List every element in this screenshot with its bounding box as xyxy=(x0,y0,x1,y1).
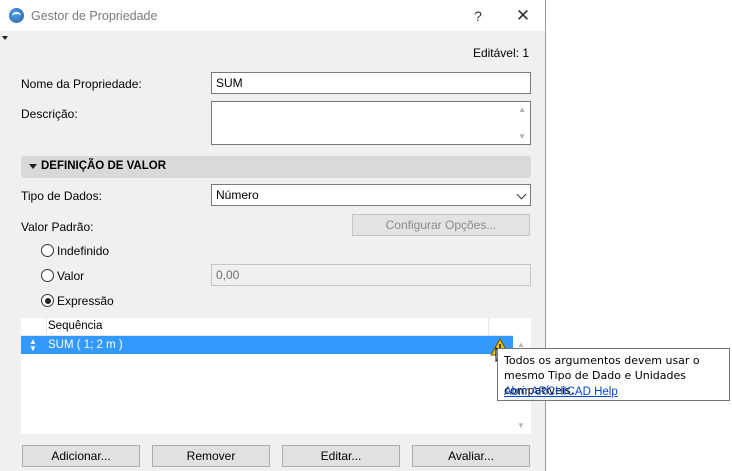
data-type-select[interactable]: Número xyxy=(211,184,531,206)
radio-value-label: Valor xyxy=(57,269,85,283)
default-value-label: Valor Padrão: xyxy=(21,220,94,234)
remove-button[interactable]: Remover xyxy=(152,445,270,467)
scroll-up-icon[interactable]: ▲ xyxy=(518,105,526,114)
archicad-help-link[interactable]: Abrir ARCHICAD Help xyxy=(504,386,618,398)
drag-handle-icon[interactable]: ▲ ▼ xyxy=(29,338,37,353)
evaluate-button[interactable]: Avaliar... xyxy=(412,445,530,467)
property-manager-dialog: Gestor de Propriedade ? ✕ Editável: 1 No… xyxy=(0,0,546,471)
section-title: DEFINIÇÃO DE VALOR xyxy=(41,160,167,172)
expression-list[interactable]: Sequência ▲ ▼ SUM ( 1; 2 m ) xyxy=(21,318,531,434)
radio-undefined-label: Indefinido xyxy=(57,244,110,258)
description-label: Descrição: xyxy=(21,107,78,121)
list-header-status-column xyxy=(488,318,514,335)
edit-button[interactable]: Editar... xyxy=(282,445,400,467)
section-collapse-icon xyxy=(29,164,37,169)
list-scroll-down-icon[interactable]: ▼ xyxy=(517,421,525,430)
data-type-value: Número xyxy=(216,188,259,202)
value-definition-section-header[interactable]: DEFINIÇÃO DE VALOR xyxy=(21,156,531,178)
radio-expression-label: Expressão xyxy=(57,294,114,308)
list-header: Sequência xyxy=(21,318,513,336)
radio-undefined[interactable] xyxy=(41,244,54,257)
configure-options-button[interactable]: Configurar Opções... xyxy=(352,214,530,236)
help-button[interactable]: ? xyxy=(466,6,490,26)
warning-tooltip: Todos os argumentos devem usar o mesmo T… xyxy=(497,348,730,401)
radio-value[interactable] xyxy=(41,269,54,282)
list-item[interactable]: ▲ ▼ SUM ( 1; 2 m ) xyxy=(21,336,513,354)
default-value-input[interactable]: 0,00 xyxy=(211,264,531,286)
title-bar: Gestor de Propriedade ? ✕ xyxy=(0,0,545,31)
data-type-label: Tipo de Dados: xyxy=(21,189,102,203)
add-button[interactable]: Adicionar... xyxy=(22,445,140,467)
property-name-label: Nome da Propriedade: xyxy=(21,77,142,91)
window-title: Gestor de Propriedade xyxy=(31,9,158,23)
list-header-handle-column xyxy=(21,318,47,335)
property-name-input[interactable]: SUM xyxy=(211,72,531,94)
editable-count-label: Editável: 1 xyxy=(472,46,529,60)
collapse-arrow-icon[interactable] xyxy=(2,36,8,40)
close-button[interactable]: ✕ xyxy=(511,6,535,26)
description-textarea[interactable]: ▲ ▼ xyxy=(211,101,531,145)
archicad-app-icon xyxy=(9,8,24,23)
radio-expression[interactable] xyxy=(41,294,54,307)
expression-text: SUM ( 1; 2 m ) xyxy=(48,339,123,351)
chevron-down-icon xyxy=(516,189,527,200)
scroll-down-icon[interactable]: ▼ xyxy=(518,132,526,141)
sequence-column-header: Sequência xyxy=(48,320,103,332)
